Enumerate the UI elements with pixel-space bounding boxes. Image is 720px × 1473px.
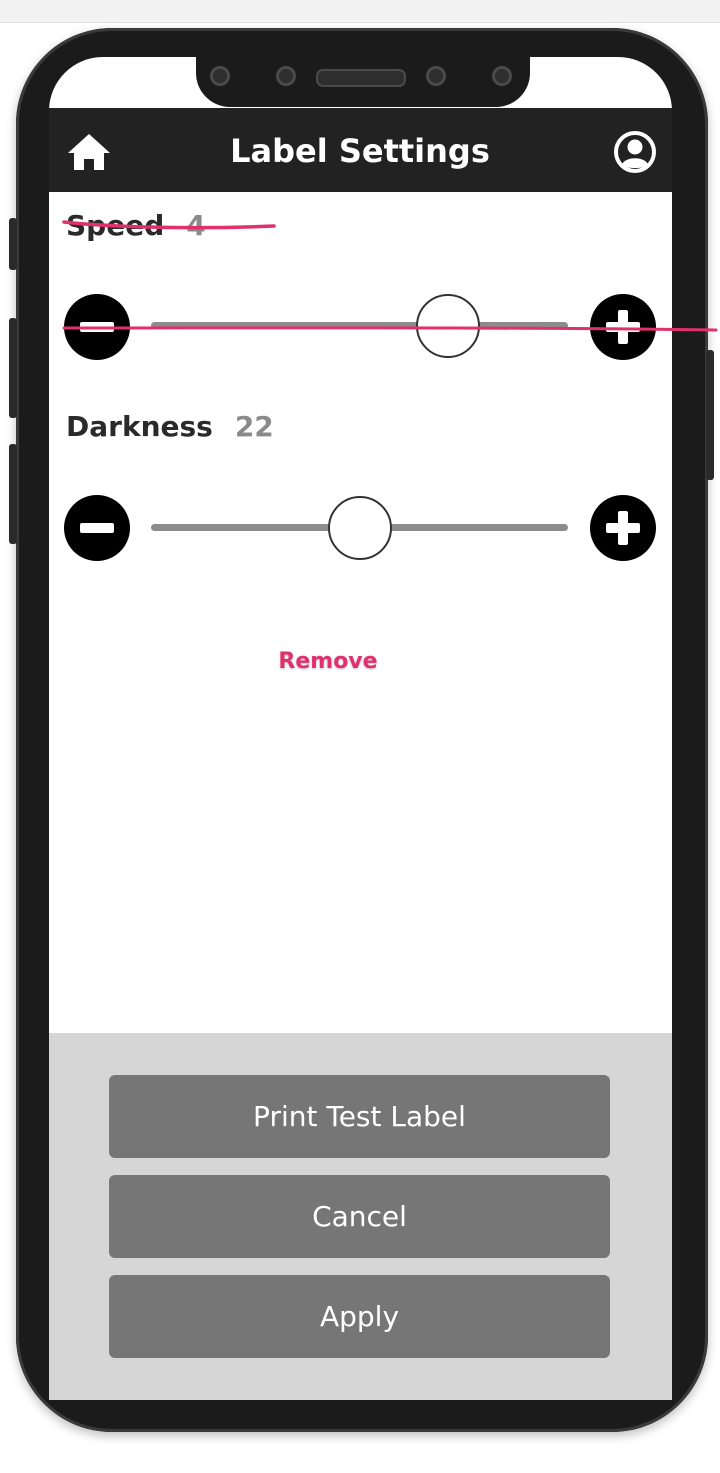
darkness-decrease-button[interactable] (64, 495, 130, 561)
speed-decrease-button[interactable] (64, 294, 130, 360)
speed-value: 4 (186, 209, 206, 242)
speed-label-row: Speed 4 (66, 206, 206, 246)
remove-annotation-link[interactable]: Remove (268, 644, 388, 680)
darkness-label-row: Darkness 22 (66, 407, 274, 447)
speed-slider-thumb[interactable] (415, 294, 480, 358)
speed-slider-track[interactable] (151, 322, 568, 329)
print-test-label-button[interactable]: Print Test Label (109, 1075, 610, 1158)
speed-increase-button[interactable] (590, 294, 656, 360)
camera-dot-icon (492, 66, 512, 86)
sensor-dot-icon (276, 66, 296, 86)
phone-notch (196, 44, 530, 107)
darkness-value: 22 (234, 410, 274, 443)
user-icon[interactable] (613, 130, 657, 174)
home-icon[interactable] (66, 132, 112, 172)
phone-side-button-volume-down (9, 444, 17, 544)
camera-dot-icon (210, 66, 230, 86)
phone-side-button-silent (9, 218, 17, 270)
app-canvas: Label Settings Speed 4 Darkness 22 Remov… (0, 0, 720, 1473)
darkness-increase-button[interactable] (590, 495, 656, 561)
phone-side-button-volume-up (9, 318, 17, 418)
sensor-dot-icon (426, 66, 446, 86)
speed-label: Speed (66, 209, 165, 242)
page-title: Label Settings (230, 132, 490, 170)
phone-side-button-power (706, 350, 714, 480)
darkness-slider-thumb[interactable] (327, 496, 392, 560)
browser-top-strip (0, 0, 720, 23)
apply-button[interactable]: Apply (109, 1275, 610, 1358)
speaker-grille (316, 69, 406, 87)
darkness-label: Darkness (66, 410, 213, 443)
cancel-button[interactable]: Cancel (109, 1175, 610, 1258)
